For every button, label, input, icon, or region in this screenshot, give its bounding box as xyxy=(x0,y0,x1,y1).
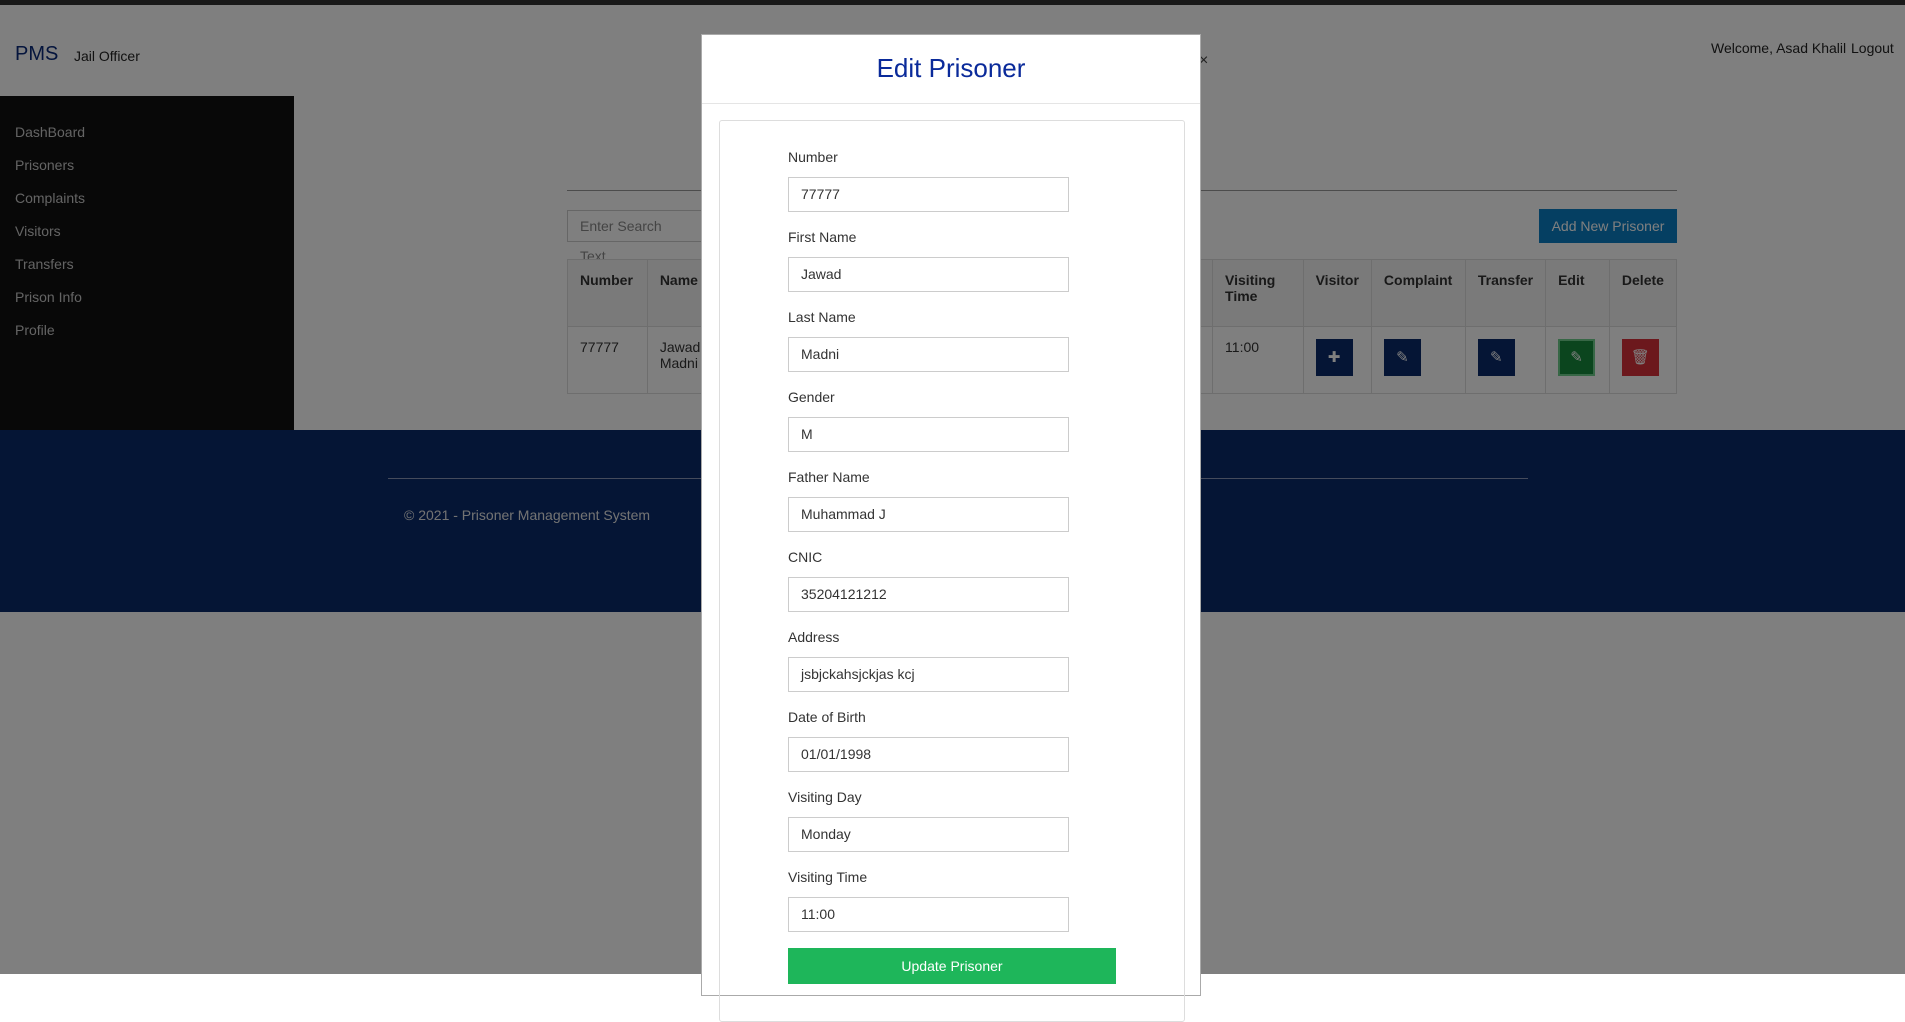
update-prisoner-button[interactable]: Update Prisoner xyxy=(788,948,1116,984)
visiting-day-field[interactable]: Monday xyxy=(788,817,1069,852)
address-label: Address xyxy=(788,629,840,645)
cnic-field[interactable]: 35204121212 xyxy=(788,577,1069,612)
visiting-day-label: Visiting Day xyxy=(788,789,862,805)
dob-label: Date of Birth xyxy=(788,709,866,725)
number-field[interactable]: 77777 xyxy=(788,177,1069,212)
father-name-field[interactable]: Muhammad J xyxy=(788,497,1069,532)
last-name-label: Last Name xyxy=(788,309,856,325)
first-name-field[interactable]: Jawad xyxy=(788,257,1069,292)
gender-label: Gender xyxy=(788,389,835,405)
edit-prisoner-modal: Edit Prisoner Number 77777 First Name Ja… xyxy=(701,34,1201,1022)
address-field[interactable]: jsbjckahsjckjas kcj xyxy=(788,657,1069,692)
modal-header: Edit Prisoner xyxy=(702,35,1200,104)
dob-field[interactable]: 01/01/1998 xyxy=(788,737,1069,772)
gender-field[interactable]: M xyxy=(788,417,1069,452)
edit-prisoner-form: Number 77777 First Name Jawad Last Name … xyxy=(719,120,1185,1022)
first-name-label: First Name xyxy=(788,229,857,245)
visiting-time-label: Visiting Time xyxy=(788,869,868,885)
modal-title: Edit Prisoner xyxy=(876,53,1026,83)
cnic-label: CNIC xyxy=(788,549,823,565)
visiting-time-field[interactable]: 11:00 xyxy=(788,897,1069,932)
father-name-label: Father Name xyxy=(788,469,870,485)
last-name-field[interactable]: Madni xyxy=(788,337,1069,372)
number-label: Number xyxy=(788,149,838,165)
